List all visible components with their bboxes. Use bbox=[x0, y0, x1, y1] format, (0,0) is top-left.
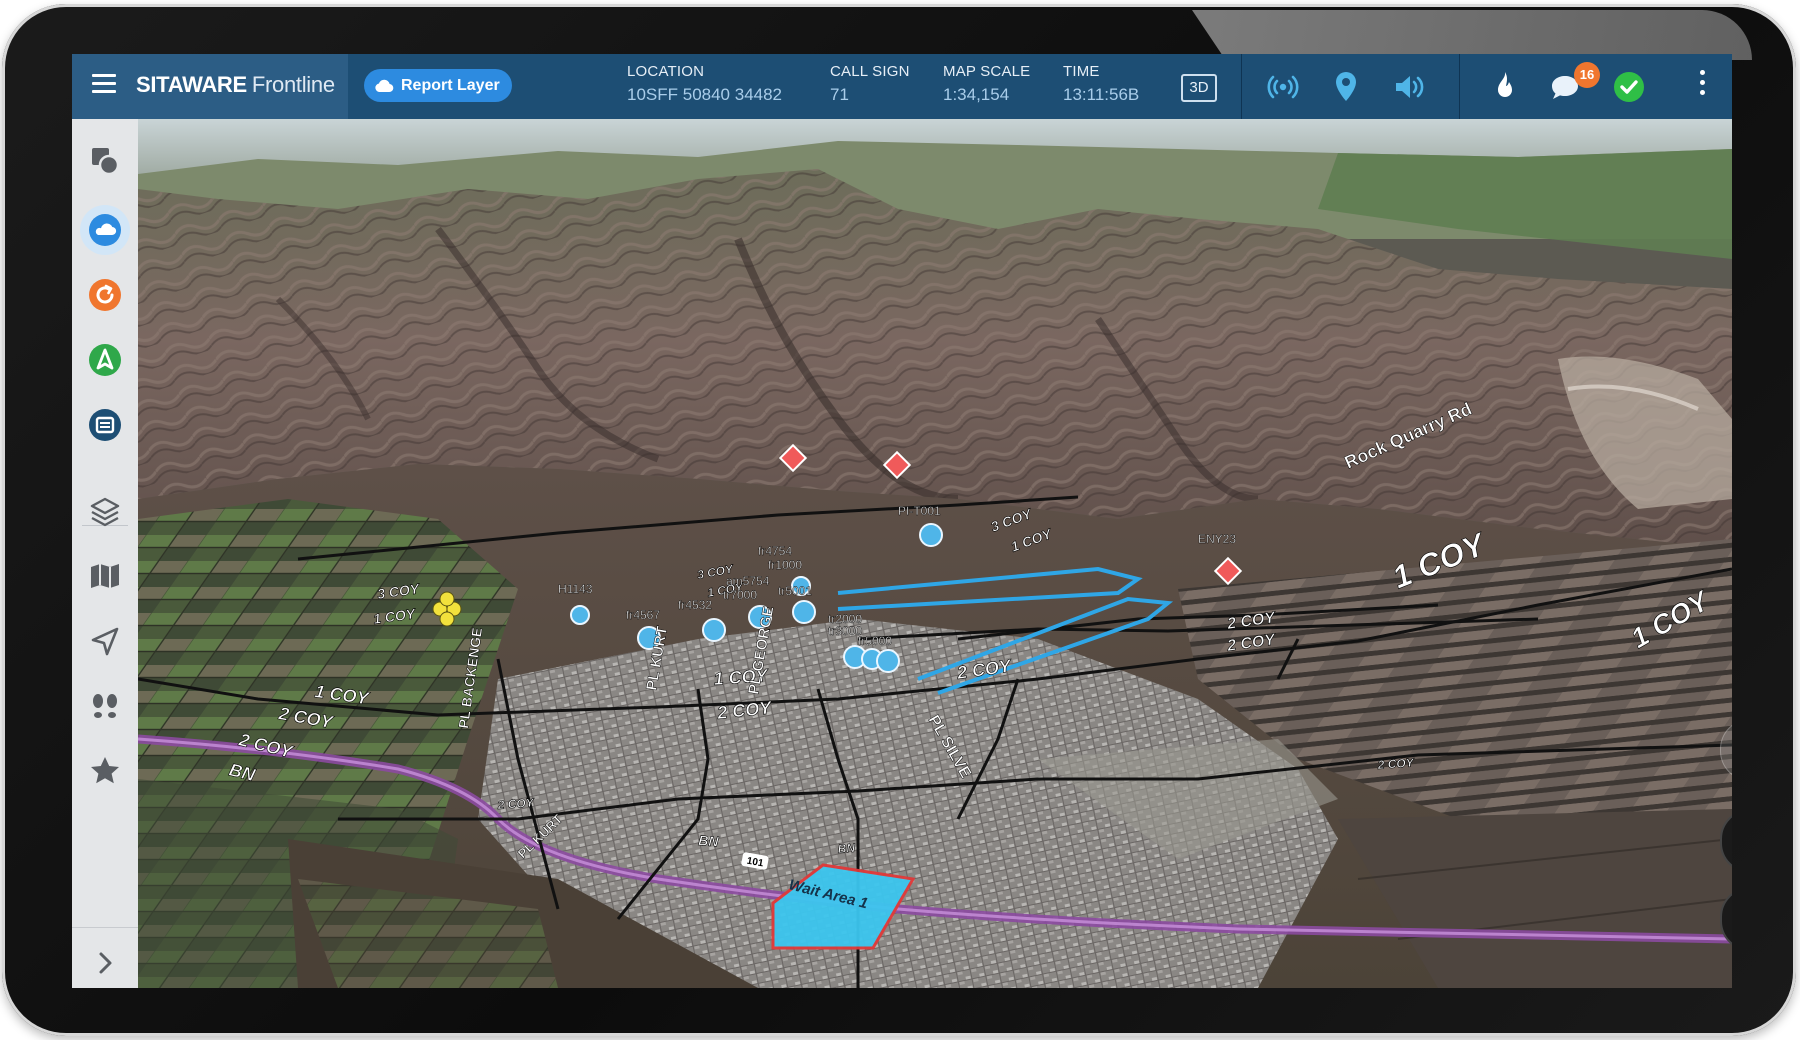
unit-id: tr5001 bbox=[778, 584, 812, 598]
plus-icon bbox=[1722, 811, 1732, 871]
unit-id: H1143 bbox=[558, 582, 593, 596]
footsteps-icon[interactable] bbox=[85, 686, 125, 726]
left-sidebar bbox=[72, 119, 139, 988]
radio-signal-icon[interactable] bbox=[1264, 68, 1302, 106]
unit-id: fr5000 bbox=[858, 634, 892, 648]
brand-name: SITAWARE bbox=[136, 72, 247, 97]
report-layer-button[interactable]: Report Layer bbox=[364, 69, 512, 102]
minus-icon bbox=[1722, 889, 1732, 949]
location-pin-icon[interactable] bbox=[1327, 68, 1365, 106]
screen-glare bbox=[1192, 10, 1752, 60]
map-book-icon[interactable] bbox=[85, 556, 125, 596]
refresh-orders-icon[interactable] bbox=[85, 275, 125, 315]
crosshair-icon bbox=[1721, 720, 1732, 780]
time-value: 13:11:56B bbox=[1063, 85, 1140, 104]
location-readout: LOCATION 10SFF 50840 34482 bbox=[627, 63, 782, 105]
callsign-readout: CALL SIGN 71 bbox=[830, 63, 910, 105]
favorites-icon[interactable] bbox=[85, 751, 125, 791]
location-value: 10SFF 50840 34482 bbox=[627, 85, 783, 104]
report-layer-label: Report Layer bbox=[401, 76, 500, 94]
hamburger-menu-icon[interactable] bbox=[92, 74, 116, 94]
map-scale-label: MAP SCALE bbox=[943, 63, 1031, 80]
unit-id: am5754 bbox=[726, 574, 770, 588]
locate-me-button[interactable] bbox=[1720, 719, 1732, 781]
unit-label: 2 COY bbox=[496, 795, 535, 812]
callsign-value: 71 bbox=[830, 85, 849, 104]
brand-block: SITAWARE Frontline bbox=[72, 54, 348, 119]
cloud-icon bbox=[375, 79, 394, 92]
chevron-right-icon[interactable] bbox=[85, 943, 125, 983]
unit-id: fr4532 bbox=[678, 598, 712, 612]
unit-id: fr4567 bbox=[626, 608, 660, 622]
map-3d-view[interactable]: 3 COY 1 COY 1 COY 2 COY 2 COY 1 COY 2 CO… bbox=[138, 119, 1732, 988]
send-location-icon[interactable] bbox=[85, 621, 125, 661]
map-scale-readout: MAP SCALE 1:34,154 bbox=[943, 63, 1030, 105]
fire-icon[interactable] bbox=[1486, 68, 1524, 106]
unit-label: 2 COY bbox=[1376, 755, 1415, 772]
toolbar-divider-2 bbox=[1459, 54, 1460, 119]
callsign-label: CALL SIGN bbox=[830, 63, 910, 80]
unit-label: BN bbox=[837, 841, 856, 856]
chat-count-badge: 16 bbox=[1574, 62, 1600, 88]
zoom-out-button[interactable] bbox=[1720, 887, 1732, 951]
speaker-icon[interactable] bbox=[1390, 68, 1428, 106]
tasks-icon[interactable] bbox=[85, 405, 125, 445]
unit-label: BN bbox=[698, 832, 720, 849]
app-title: SITAWARE Frontline bbox=[136, 72, 335, 98]
navigate-icon[interactable] bbox=[85, 340, 125, 380]
sidebar-bottom-divider bbox=[72, 927, 138, 928]
brand-product: Frontline bbox=[251, 72, 335, 97]
map-scale-value: 1:34,154 bbox=[943, 85, 1010, 104]
unit-id: PI-T001 bbox=[898, 504, 941, 518]
more-vertical-icon[interactable] bbox=[1698, 70, 1706, 104]
layers-icon[interactable] bbox=[85, 491, 125, 531]
unit-id: fr4754 bbox=[758, 544, 792, 558]
check-status-icon[interactable] bbox=[1610, 68, 1648, 106]
zoom-in-button[interactable] bbox=[1720, 809, 1732, 873]
layers-select-icon[interactable] bbox=[85, 141, 125, 181]
cloud-report-icon[interactable] bbox=[85, 210, 125, 250]
view-3d-toggle[interactable]: 3D bbox=[1181, 74, 1217, 102]
top-bar: SITAWARE Frontline Report Layer LOCATION … bbox=[72, 54, 1732, 119]
unit-id: fr1000 bbox=[768, 558, 802, 572]
app-screen: SITAWARE Frontline Report Layer LOCATION … bbox=[72, 54, 1732, 988]
time-readout: TIME 13:11:56B bbox=[1063, 63, 1139, 105]
unit-id: tr7000 bbox=[723, 588, 757, 602]
time-label: TIME bbox=[1063, 63, 1100, 80]
unit-id: ENY23 bbox=[1198, 532, 1236, 546]
location-label: LOCATION bbox=[627, 63, 705, 80]
terrain-scene: 3 COY 1 COY 1 COY 2 COY 2 COY 1 COY 2 CO… bbox=[138, 119, 1732, 988]
toolbar-divider bbox=[1241, 54, 1242, 119]
